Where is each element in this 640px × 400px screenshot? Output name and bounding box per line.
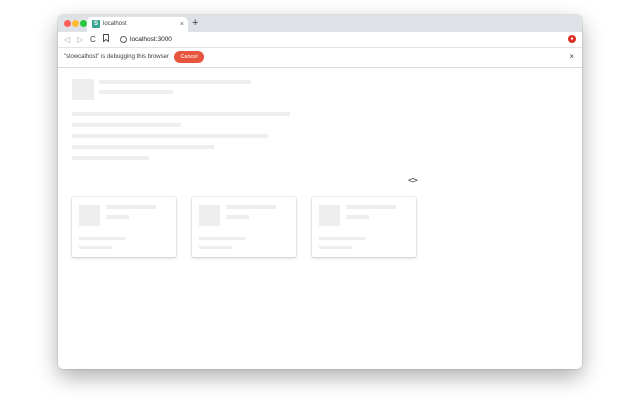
text-line-placeholder bbox=[72, 156, 149, 160]
minimize-window-button[interactable] bbox=[72, 20, 79, 27]
subtitle-placeholder bbox=[99, 90, 173, 94]
card-title-placeholder bbox=[346, 205, 396, 209]
browser-toolbar: ◁ ▷ C localhost:3000 ● bbox=[58, 32, 582, 48]
card-image-placeholder bbox=[319, 205, 340, 226]
card-image-placeholder bbox=[199, 205, 220, 226]
text-line-placeholder bbox=[72, 134, 268, 138]
card-subtitle-placeholder bbox=[226, 215, 249, 219]
site-favicon-icon: S bbox=[92, 20, 100, 28]
forward-icon[interactable]: ▷ bbox=[77, 34, 83, 45]
tab-strip: S localhost × + bbox=[58, 15, 582, 32]
carousel-arrows-icon[interactable]: <> bbox=[408, 176, 418, 186]
infobar-message: "slowcalhost" is debugging this browser bbox=[64, 54, 169, 60]
extension-icon[interactable]: ● bbox=[568, 35, 576, 43]
card-line-placeholder bbox=[199, 237, 245, 240]
close-window-button[interactable] bbox=[64, 20, 71, 27]
card-placeholder bbox=[72, 197, 176, 257]
back-icon[interactable]: ◁ bbox=[64, 34, 70, 45]
text-line-placeholder bbox=[72, 112, 290, 116]
text-line-placeholder bbox=[72, 123, 181, 127]
card-placeholder bbox=[312, 197, 416, 257]
card-subtitle-placeholder bbox=[106, 215, 129, 219]
tab-close-icon[interactable]: × bbox=[180, 20, 184, 29]
card-line-placeholder bbox=[79, 237, 125, 240]
avatar-placeholder bbox=[72, 79, 94, 100]
reload-icon[interactable]: C bbox=[90, 34, 96, 45]
debugging-infobar: "slowcalhost" is debugging this browser … bbox=[58, 48, 582, 68]
bookmark-icon[interactable] bbox=[103, 34, 109, 45]
cancel-button[interactable]: Cancel bbox=[174, 51, 204, 63]
new-tab-button[interactable]: + bbox=[192, 17, 198, 30]
site-info-icon[interactable] bbox=[120, 36, 127, 43]
card-image-placeholder bbox=[79, 205, 100, 226]
infobar-close-icon[interactable]: × bbox=[569, 52, 574, 62]
maximize-window-button[interactable] bbox=[80, 20, 87, 27]
tab-title: localhost bbox=[103, 21, 127, 27]
card-title-placeholder bbox=[226, 205, 276, 209]
browser-window: S localhost × + ◁ ▷ C localhost:3000 ● "… bbox=[58, 15, 582, 369]
page-content: <> bbox=[58, 68, 582, 369]
card-placeholder bbox=[192, 197, 296, 257]
card-title-placeholder bbox=[106, 205, 156, 209]
card-line-placeholder bbox=[319, 237, 365, 240]
text-line-placeholder bbox=[72, 145, 214, 149]
card-line-placeholder bbox=[199, 246, 232, 249]
card-line-placeholder bbox=[79, 246, 112, 249]
card-line-placeholder bbox=[319, 246, 352, 249]
card-subtitle-placeholder bbox=[346, 215, 369, 219]
title-placeholder bbox=[99, 80, 251, 84]
tab-localhost[interactable]: S localhost × bbox=[87, 17, 188, 32]
address-bar[interactable]: localhost:3000 bbox=[130, 35, 172, 44]
